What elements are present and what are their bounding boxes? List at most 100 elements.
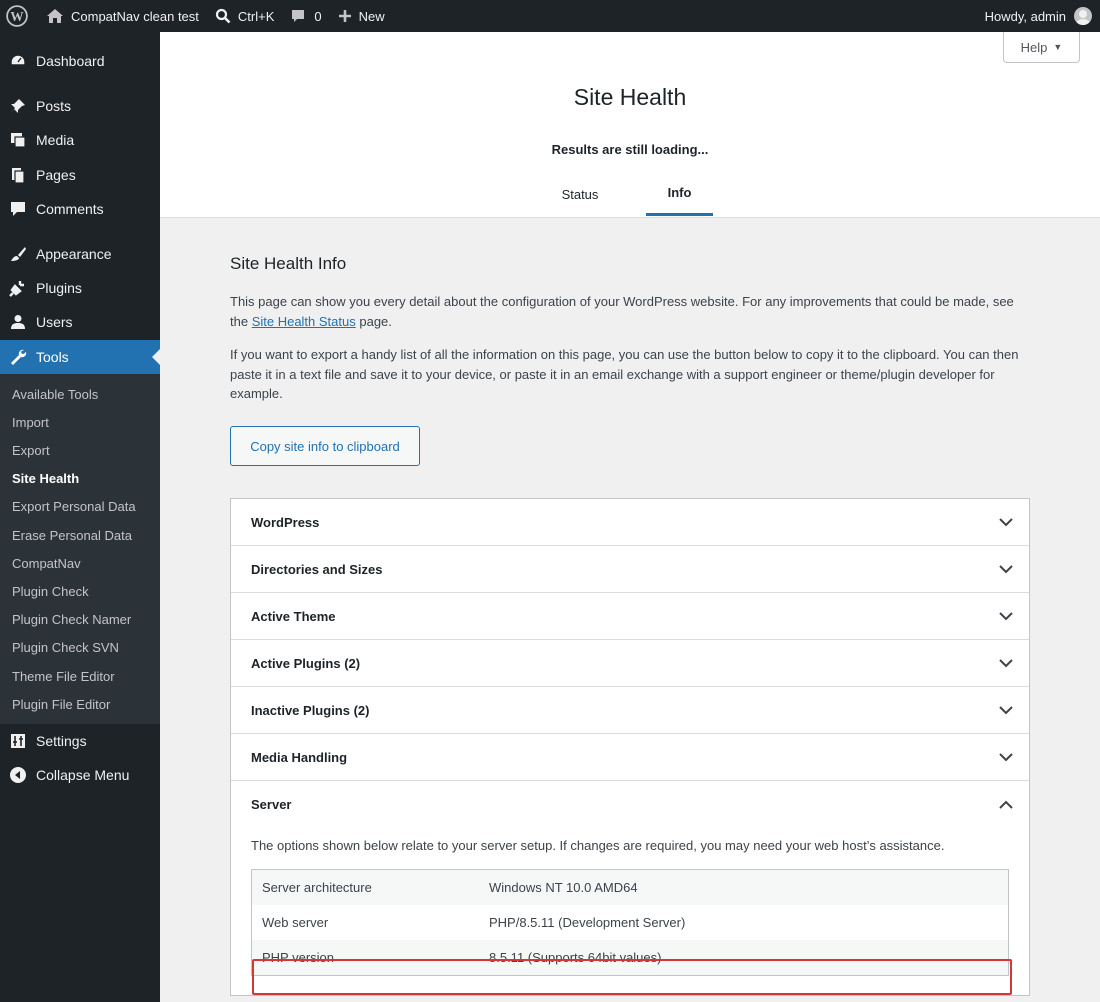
server-panel: The options shown below relate to your s… — [231, 827, 1029, 995]
comments-link[interactable]: 0 — [282, 0, 329, 32]
plugin-icon — [8, 278, 28, 298]
server-info-table: Server architecture Windows NT 10.0 AMD64… — [251, 869, 1009, 976]
new-content-link[interactable]: New — [330, 0, 393, 32]
chevron-down-icon — [999, 517, 1013, 526]
menu-label: Plugins — [36, 280, 82, 296]
accordion-wordpress[interactable]: WordPress — [231, 499, 1029, 546]
accordion-server[interactable]: Server — [231, 781, 1029, 827]
menu-item-users[interactable]: Users — [0, 305, 160, 339]
accordion-media-handling[interactable]: Media Handling — [231, 734, 1029, 781]
table-row: Web server PHP/8.5.11 (Development Server… — [251, 905, 1009, 940]
submenu-plugin-check-svn[interactable]: Plugin Check SVN — [12, 640, 119, 655]
menu-item-plugins[interactable]: Plugins — [0, 271, 160, 305]
accordion-active-plugins[interactable]: Active Plugins (2) — [231, 640, 1029, 687]
site-name: CompatNav clean test — [71, 8, 199, 24]
wordpress-logo-icon[interactable]: W — [0, 0, 38, 32]
tools-submenu: Available Tools Import Export Site Healt… — [0, 374, 160, 724]
menu-item-pages[interactable]: Pages — [0, 158, 160, 192]
menu-label: Media — [36, 132, 75, 148]
chevron-up-icon — [999, 800, 1013, 809]
page-title: Site Health — [573, 84, 687, 110]
submenu-compatnav[interactable]: CompatNav — [12, 556, 81, 571]
submenu-erase-personal-data[interactable]: Erase Personal Data — [12, 528, 132, 543]
accordion-inactive-plugins[interactable]: Inactive Plugins (2) — [231, 687, 1029, 734]
caret-down-icon: ▼ — [1053, 42, 1063, 52]
row-value: Windows NT 10.0 AMD64 — [489, 880, 638, 895]
wrench-icon — [8, 347, 28, 367]
submenu-theme-file-editor[interactable]: Theme File Editor — [12, 669, 115, 684]
plus-icon — [338, 9, 352, 23]
menu-item-tools[interactable]: Tools — [0, 340, 160, 374]
menu-item-posts[interactable]: Posts — [0, 89, 160, 123]
intro-paragraph: This page can show you every detail abou… — [230, 292, 1030, 331]
accordion-label: WordPress — [251, 514, 320, 530]
accordion-directories-and-sizes[interactable]: Directories and Sizes — [231, 546, 1029, 593]
chevron-down-icon — [999, 564, 1013, 573]
tab-info[interactable]: Info — [646, 172, 713, 216]
menu-item-media[interactable]: Media — [0, 123, 160, 157]
chevron-down-icon — [999, 611, 1013, 620]
submenu-import[interactable]: Import — [12, 415, 49, 430]
copy-site-info-button[interactable]: Copy site info to clipboard — [230, 426, 420, 466]
row-key: Server architecture — [262, 880, 372, 895]
comments-count: 0 — [314, 8, 322, 24]
site-health-header: Help ▼ Site Health Results are still loa… — [160, 32, 1100, 218]
collapse-icon — [8, 765, 28, 785]
menu-label: Tools — [36, 349, 69, 365]
menu-label: Appearance — [36, 246, 112, 262]
admin-bar: W CompatNav clean test Ctrl+K 0 New Howd… — [0, 0, 1100, 32]
search-shortcut: Ctrl+K — [237, 8, 275, 24]
menu-item-comments[interactable]: Comments — [0, 192, 160, 226]
accordion-label: Active Plugins (2) — [251, 655, 361, 671]
svg-text:W: W — [10, 9, 23, 24]
table-row: PHP version 8.5.11 (Supports 64bit values… — [251, 940, 1009, 976]
account-menu[interactable]: Howdy, admin — [985, 7, 1100, 25]
accordion-label: Server — [251, 796, 292, 812]
row-key: PHP version — [262, 950, 335, 965]
submenu-available-tools[interactable]: Available Tools — [12, 387, 98, 402]
table-row: Server architecture Windows NT 10.0 AMD64 — [251, 869, 1009, 905]
new-label: New — [358, 8, 385, 24]
row-value: PHP/8.5.11 (Development Server) — [489, 915, 686, 930]
site-name-link[interactable]: CompatNav clean test — [38, 0, 207, 32]
loading-status: Results are still loading... — [551, 142, 709, 157]
pages-icon — [8, 165, 28, 185]
settings-icon — [8, 731, 28, 751]
users-icon — [8, 312, 28, 332]
tab-status[interactable]: Status — [546, 172, 614, 216]
menu-label: Pages — [36, 167, 76, 183]
accordion-label: Active Theme — [251, 608, 336, 624]
collapse-menu-button[interactable]: Collapse Menu — [0, 758, 160, 792]
command-palette-button[interactable]: Ctrl+K — [207, 0, 282, 32]
submenu-export-personal-data[interactable]: Export Personal Data — [12, 499, 136, 514]
submenu-plugin-check[interactable]: Plugin Check — [12, 584, 89, 599]
help-button[interactable]: Help ▼ — [1003, 32, 1080, 63]
help-label: Help — [1020, 39, 1048, 55]
site-health-accordion: WordPress Directories and Sizes Active T… — [230, 498, 1030, 996]
submenu-plugin-file-editor[interactable]: Plugin File Editor — [12, 697, 110, 712]
accordion-label: Inactive Plugins (2) — [251, 702, 370, 718]
chevron-down-icon — [999, 752, 1013, 761]
menu-item-appearance[interactable]: Appearance — [0, 237, 160, 271]
chevron-down-icon — [999, 705, 1013, 714]
home-icon — [46, 8, 64, 24]
paintbrush-icon — [8, 244, 28, 264]
menu-label: Dashboard — [36, 53, 105, 69]
avatar — [1074, 7, 1092, 25]
accordion-active-theme[interactable]: Active Theme — [231, 593, 1029, 640]
menu-label: Users — [36, 314, 73, 330]
section-title: Site Health Info — [230, 254, 347, 273]
admin-sidebar: Dashboard Posts Media Pages Comments App… — [0, 32, 160, 1002]
menu-label: Comments — [36, 201, 104, 217]
menu-label: Collapse Menu — [36, 767, 130, 783]
menu-item-dashboard[interactable]: Dashboard — [0, 44, 160, 78]
media-icon — [8, 130, 28, 150]
menu-item-settings[interactable]: Settings — [0, 724, 160, 758]
submenu-site-health[interactable]: Site Health — [12, 471, 79, 486]
site-health-status-link[interactable]: Site Health Status — [252, 314, 356, 329]
submenu-export[interactable]: Export — [12, 443, 50, 458]
chevron-down-icon — [999, 658, 1013, 667]
pin-icon — [8, 96, 28, 116]
submenu-plugin-check-namer[interactable]: Plugin Check Namer — [12, 612, 131, 627]
accordion-label: Directories and Sizes — [251, 561, 383, 577]
